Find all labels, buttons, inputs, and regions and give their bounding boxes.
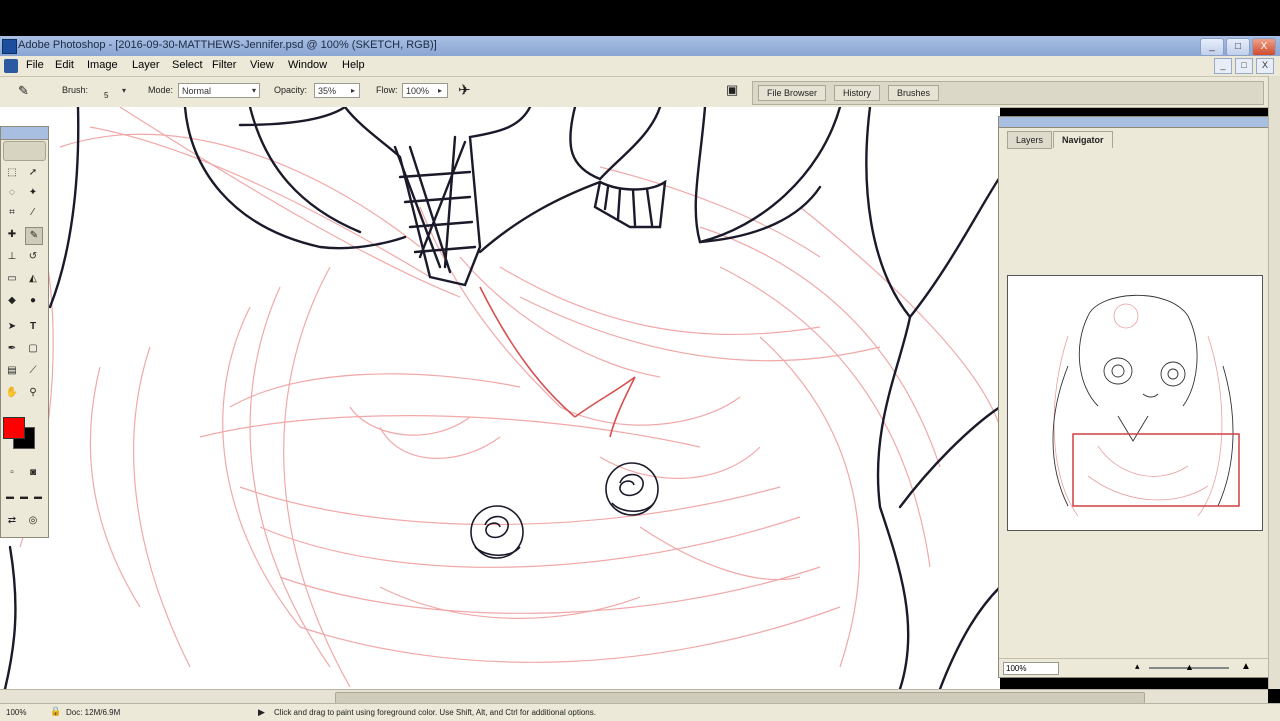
navigator-palette-header[interactable] <box>999 117 1269 128</box>
status-doc-info[interactable]: Doc: 12M/6.9M <box>66 708 120 717</box>
sketch-artwork <box>3 107 1000 689</box>
standard-mode-icon[interactable]: ▫ <box>4 465 20 481</box>
palette-well <box>752 81 1264 105</box>
hand-tool-icon[interactable]: ✋ <box>4 385 20 401</box>
doc-restore-button[interactable]: □ <box>1235 58 1253 74</box>
ink-lines <box>3 107 1000 689</box>
brush-dropdown-icon[interactable]: ▾ <box>118 83 130 98</box>
menu-bar: File Edit Image Layer Select Filter View… <box>0 56 1280 77</box>
menu-select[interactable]: Select <box>172 59 203 71</box>
stamp-tool-icon[interactable]: ⊥ <box>4 249 20 265</box>
jump-to-imageready-icon[interactable]: ⇄ <box>4 513 20 529</box>
opacity-dropdown-icon[interactable]: ▸ <box>347 83 359 98</box>
red-sketch-lines <box>19 107 1000 688</box>
crop-tool-icon[interactable]: ⌗ <box>4 205 20 221</box>
toolbox-logo[interactable] <box>3 141 46 161</box>
zoom-in-icon[interactable]: ▲ <box>1241 661 1251 672</box>
paint-bucket-tool-icon[interactable]: ◭ <box>25 271 41 287</box>
tab-file-browser[interactable]: File Browser <box>758 85 827 101</box>
brush-size[interactable]: 5 <box>104 91 108 100</box>
eraser-tool-icon[interactable]: ▭ <box>4 271 20 287</box>
zoom-tool-icon[interactable]: ⚲ <box>25 385 41 401</box>
brush-tool-icon[interactable]: ✎ <box>25 227 43 245</box>
brush-tool-icon[interactable]: ✎ <box>18 83 29 99</box>
imageready-icon[interactable]: ◎ <box>25 513 41 529</box>
menu-layer[interactable]: Layer <box>132 59 160 71</box>
photoshop-app-icon <box>2 39 17 54</box>
shape-tool-icon[interactable]: ▢ <box>25 341 41 357</box>
zoom-out-icon[interactable]: ▴ <box>1135 661 1140 672</box>
navigator-view-box <box>1072 433 1240 507</box>
menu-edit[interactable]: Edit <box>55 59 74 71</box>
mode-dropdown-icon[interactable]: ▾ <box>248 83 260 98</box>
vertical-scrollbar[interactable] <box>1268 76 1280 689</box>
marquee-tool-icon[interactable]: ⬚ <box>4 165 20 181</box>
lasso-tool-icon[interactable]: ◌ <box>4 185 20 201</box>
navigator-palette: Layers Navigator 100% ▴ ▲ ▲ <box>998 116 1270 678</box>
palette-well-icon[interactable]: ▣ <box>726 82 738 98</box>
menu-window[interactable]: Window <box>288 59 327 71</box>
eyedropper-tool-icon[interactable]: ⟋ <box>25 363 41 379</box>
dodge-tool-icon[interactable]: ● <box>25 293 41 309</box>
minimize-button[interactable]: _ <box>1200 38 1224 56</box>
quick-mask-mode-icon[interactable]: ◙ <box>25 465 41 481</box>
move-tool-icon[interactable]: ➚ <box>25 165 41 181</box>
brush-label: Brush: <box>62 85 89 95</box>
slice-tool-icon[interactable]: ⁄ <box>25 205 41 221</box>
document-canvas[interactable] <box>0 107 1000 689</box>
menu-image[interactable]: Image <box>87 59 118 71</box>
status-hint: Click and drag to paint using foreground… <box>274 708 596 717</box>
history-brush-tool-icon[interactable]: ↺ <box>25 249 41 265</box>
navigator-thumbnail[interactable] <box>1007 275 1263 531</box>
maximize-button[interactable]: □ <box>1226 38 1250 56</box>
roses <box>470 462 659 559</box>
toolbox: ⬚ ➚ ◌ ✦ ⌗ ⁄ ✚ ✎ ⊥ ↺ ▭ ◭ ◆ ● ➤ T ✒ ▢ ▤ ⟋ … <box>0 126 49 538</box>
type-tool-icon[interactable]: T <box>25 319 41 335</box>
flow-label: Flow: <box>376 85 398 95</box>
navigator-preview <box>1052 294 1240 517</box>
menu-file[interactable]: File <box>26 59 44 71</box>
menu-help[interactable]: Help <box>342 59 365 71</box>
pen-tool-icon[interactable]: ✒ <box>4 341 20 357</box>
status-lock-icon: 🔒 <box>50 706 62 716</box>
document-menu-icon[interactable] <box>4 59 18 73</box>
close-button[interactable]: X <box>1252 38 1276 56</box>
mode-label: Mode: <box>148 85 174 95</box>
healing-tool-icon[interactable]: ✚ <box>4 227 20 243</box>
window-title: Adobe Photoshop - [2016-09-30-MATTHEWS-J… <box>18 39 437 51</box>
zoom-slider-thumb[interactable]: ▲ <box>1185 662 1194 672</box>
navigator-zoom-field[interactable]: 100% <box>1003 662 1059 675</box>
tab-navigator[interactable]: Navigator <box>1053 131 1113 148</box>
blur-tool-icon[interactable]: ◆ <box>4 293 20 309</box>
status-arrow-icon[interactable]: ▶ <box>258 707 265 718</box>
menu-view[interactable]: View <box>250 59 274 71</box>
doc-minimize-button[interactable]: _ <box>1214 58 1232 74</box>
horizontal-scrollbar[interactable] <box>0 689 1268 704</box>
status-bar: 100% 🔒 Doc: 12M/6.9M ▶ Click and drag to… <box>0 703 1280 721</box>
doc-close-button[interactable]: X <box>1256 58 1274 74</box>
title-bar: Adobe Photoshop - [2016-09-30-MATTHEWS-J… <box>0 36 1280 56</box>
tab-brushes[interactable]: Brushes <box>888 85 940 101</box>
menu-filter[interactable]: Filter <box>212 59 236 71</box>
opacity-label: Opacity: <box>274 85 308 95</box>
foreground-color-swatch-front[interactable] <box>3 417 25 439</box>
notes-tool-icon[interactable]: ▤ <box>4 363 20 379</box>
screen-mode-full-icon[interactable]: ▬ <box>30 489 46 505</box>
navigator-controls: 100% ▴ ▲ ▲ <box>999 658 1269 677</box>
status-zoom[interactable]: 100% <box>6 708 26 717</box>
tab-layers[interactable]: Layers <box>1007 131 1053 149</box>
red-darker-lines <box>479 286 636 438</box>
path-select-tool-icon[interactable]: ➤ <box>4 319 20 335</box>
flow-dropdown-icon[interactable]: ▸ <box>434 83 446 98</box>
options-bar: ✎ Brush: 5 ▾ Mode: Normal ▾ Opacity: 35%… <box>0 77 1280 108</box>
toolbox-header[interactable] <box>1 127 48 140</box>
magic-wand-tool-icon[interactable]: ✦ <box>25 185 41 201</box>
tab-history[interactable]: History <box>834 85 881 101</box>
airbrush-icon[interactable]: ✈ <box>458 81 471 99</box>
